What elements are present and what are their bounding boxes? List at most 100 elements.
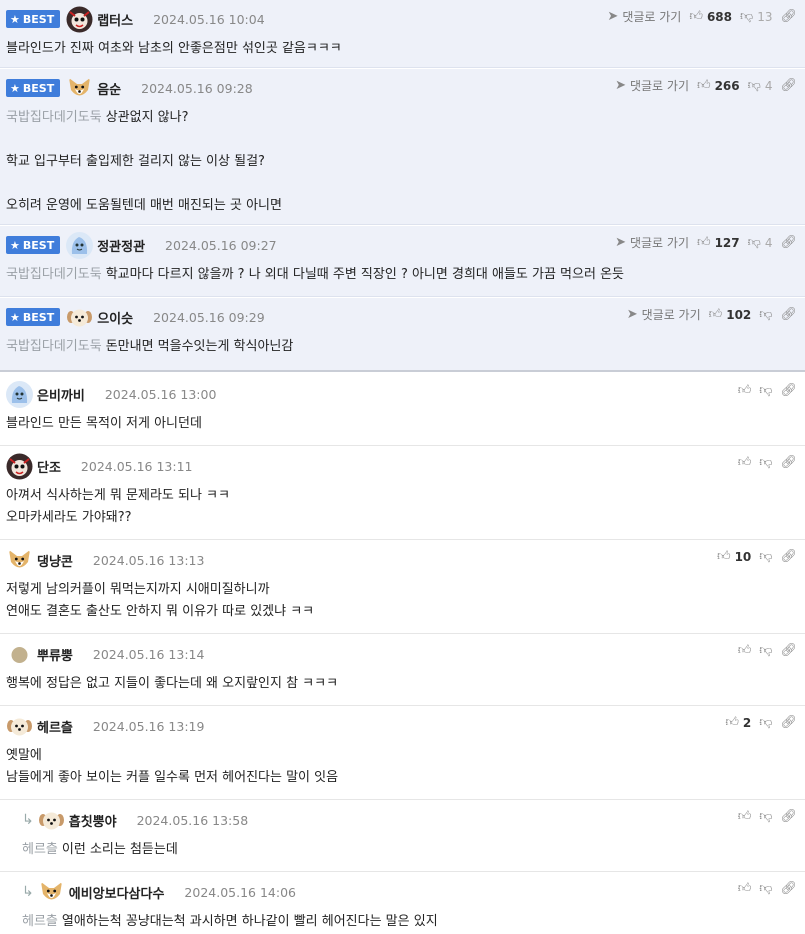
goto-comment-button[interactable]: ➤ 댓글로 가기 — [615, 234, 689, 251]
comment-date: 2024.05.16 14:06 — [184, 884, 296, 900]
upvote-button[interactable]: 👍︎ — [738, 643, 752, 658]
author-nickname[interactable]: 댕냥콘 — [37, 551, 73, 570]
blue-avatar[interactable] — [6, 380, 33, 408]
comment: 단조 2024.05.16 13:11 👍︎ 👎︎ 🔗︎ 아껴서 식사하는게 뭐 문제라도… — [0, 447, 805, 540]
share-link-button[interactable]: 🔗︎ — [780, 455, 797, 470]
comment-line: 학교 입구부터 출입제한 걸리지 않는 이상 될걸? — [6, 151, 795, 173]
downvote-button[interactable]: 👎︎ — [759, 455, 772, 470]
share-link-button[interactable]: 🔗︎ — [780, 881, 797, 896]
downvote-button[interactable]: 👎︎ — [759, 549, 772, 564]
upvote-count: 2 — [742, 715, 752, 730]
blue-avatar[interactable] — [66, 231, 94, 259]
comment-text: 블라인드가 진짜 여초와 남초의 안좋은점만 섞인곳 같음ㅋㅋㅋ — [6, 41, 342, 56]
reply-comment: ↳ 에비앙보다삼다수 2024.05.16 14:06 👍︎ 👎︎ 🔗︎ 헤르츨 열애하는척 … — [0, 873, 805, 934]
downvote-button[interactable]: 👎︎ 13 — [740, 9, 772, 24]
share-link-button[interactable]: 🔗︎ — [780, 235, 797, 250]
comment-text: 아껴서 식사하는게 뭐 문제라도 되나 ㅋㅋ — [6, 488, 230, 503]
downvote-button[interactable]: 👎︎ — [759, 715, 772, 730]
upvote-button[interactable]: 👍︎ 688 — [689, 9, 732, 24]
goto-comment-button[interactable]: ➤ 댓글로 가기 — [607, 8, 681, 25]
thumbs-up-icon: 👍︎ — [696, 78, 711, 93]
upvote-count: 266 — [714, 78, 740, 93]
best-comment: ★ BEST 으이슷 2024.05.16 09:29 ➤ 댓글로 가기 👍︎ 102 👎︎ 🔗︎… — [0, 298, 805, 372]
upvote-button[interactable]: 👍︎ — [738, 383, 752, 398]
share-link-button[interactable]: 🔗︎ — [780, 715, 797, 730]
best-badge: ★ BEST — [6, 10, 61, 28]
corgi-avatar[interactable] — [66, 75, 93, 102]
upvote-button[interactable]: 👍︎ 10 — [717, 549, 751, 564]
comment-line: 헤르츨 열애하는척 꽁냥대는척 과시하면 하나같이 빨리 헤어진다는 말은 있지 — [22, 911, 795, 933]
upvote-button[interactable]: 👍︎ 2 — [725, 715, 751, 730]
comment-line: 옛말에 — [6, 745, 795, 767]
comment-date: 2024.05.16 13:58 — [136, 812, 249, 828]
reply-target-tag[interactable]: 헤르츨 — [22, 914, 58, 929]
best-badge: ★ BEST — [6, 308, 61, 326]
send-arrow-icon: ➤ — [626, 307, 638, 322]
downvote-button[interactable]: 👎︎ — [759, 643, 772, 658]
share-link-button[interactable]: 🔗︎ — [780, 78, 797, 93]
author-nickname[interactable]: 헤르츨 — [37, 717, 73, 736]
upvote-button[interactable]: 👍︎ 266 — [697, 78, 740, 93]
author-nickname[interactable]: 으이슷 — [97, 308, 133, 327]
comment-header: ↳ 흡칫뿡야 2024.05.16 13:58 — [22, 807, 248, 833]
reply-arrow-icon: ↳ — [22, 812, 34, 828]
author-nickname[interactable]: 단조 — [37, 457, 61, 476]
author-nickname[interactable]: 흡칫뿡야 — [69, 811, 117, 830]
upvote-button[interactable]: 👍︎ 127 — [697, 235, 740, 250]
comment-header: 뿌류뿡 2024.05.16 13:14 — [6, 641, 204, 667]
downvote-button[interactable]: 👎︎ 4 — [748, 235, 773, 250]
best-label: BEST — [22, 81, 55, 95]
share-link-button[interactable]: 🔗︎ — [780, 383, 797, 398]
comment: 헤르츨 2024.05.16 13:19 👍︎ 2 👎︎ 🔗︎ 옛말에 남들에게 좋아 보이는… — [0, 707, 805, 800]
author-nickname[interactable]: 랩터스 — [97, 10, 133, 29]
best-comment: ★ BEST 랩터스 2024.05.16 10:04 ➤ 댓글로 가기 👍︎ 688 👎︎ 13… — [0, 0, 805, 68]
raptor-avatar[interactable] — [66, 6, 93, 33]
downvote-count: 4 — [764, 78, 773, 93]
corgi-avatar[interactable] — [38, 879, 65, 906]
author-nickname[interactable]: 에비앙보다삼다수 — [69, 883, 165, 902]
downvote-button[interactable]: 👎︎ — [759, 881, 772, 896]
share-link-button[interactable]: 🔗︎ — [780, 549, 797, 564]
downvote-button[interactable]: 👎︎ — [759, 383, 772, 398]
raptor-avatar[interactable] — [6, 453, 33, 480]
reply-target-tag[interactable]: 헤르츨 — [22, 842, 58, 857]
comment-text: 오히려 운영에 도움될텐데 매번 매진되는 곳 아니면 — [6, 198, 282, 213]
goto-comment-button[interactable]: ➤ 댓글로 가기 — [627, 306, 701, 323]
thumbs-down-icon: 👎︎ — [747, 78, 761, 93]
comment-body: 헤르츨 이런 소리는 첨듣는데 — [22, 839, 795, 861]
thumbs-down-icon: 👎︎ — [759, 881, 773, 896]
downvote-count: 4 — [764, 235, 773, 250]
reply-target-tag[interactable]: 국밥집다데기도둑 — [6, 110, 102, 125]
goto-comment-button[interactable]: ➤ 댓글로 가기 — [615, 77, 689, 94]
upvote-button[interactable]: 👍︎ 102 — [709, 307, 752, 322]
author-nickname[interactable]: 뿌류뿡 — [37, 645, 73, 664]
comment-actions: 👍︎ 👎︎ 🔗︎ — [738, 455, 797, 470]
author-nickname[interactable]: 정관정관 — [97, 236, 145, 255]
downvote-button[interactable]: 👎︎ 4 — [748, 78, 773, 93]
downvote-button[interactable]: 👎︎ — [759, 809, 772, 824]
downvote-button[interactable]: 👎︎ — [759, 307, 772, 322]
comment-line: 오마카세라도 가야돼?? — [6, 507, 795, 529]
comment-actions: 👍︎ 👎︎ 🔗︎ — [738, 809, 797, 824]
dot-avatar[interactable] — [6, 641, 33, 668]
puppy-avatar[interactable] — [38, 807, 65, 834]
corgi-avatar[interactable] — [6, 547, 33, 574]
upvote-button[interactable]: 👍︎ — [738, 881, 752, 896]
comment-text: 상관없지 않나? — [105, 110, 189, 125]
reply-target-tag[interactable]: 국밥집다데기도둑 — [6, 267, 102, 282]
puppy-avatar[interactable] — [66, 304, 93, 331]
share-link-button[interactable]: 🔗︎ — [780, 643, 797, 658]
comment-text: 돈만내면 먹을수잇는게 학식아닌감 — [105, 339, 294, 354]
share-link-button[interactable]: 🔗︎ — [780, 9, 797, 24]
upvote-button[interactable]: 👍︎ — [738, 455, 752, 470]
thumbs-up-icon: 👍︎ — [708, 307, 723, 322]
author-nickname[interactable]: 음순 — [97, 79, 121, 98]
comment-text: 저렇게 남의커플이 뭐먹는지까지 시애미질하니까 — [6, 582, 270, 597]
share-link-button[interactable]: 🔗︎ — [780, 307, 797, 322]
upvote-button[interactable]: 👍︎ — [738, 809, 752, 824]
author-nickname[interactable]: 은비까비 — [37, 385, 85, 404]
share-link-button[interactable]: 🔗︎ — [780, 809, 797, 824]
puppy-avatar[interactable] — [6, 713, 33, 740]
goto-label: 댓글로 가기 — [629, 79, 689, 93]
reply-target-tag[interactable]: 국밥집다데기도둑 — [6, 339, 102, 354]
